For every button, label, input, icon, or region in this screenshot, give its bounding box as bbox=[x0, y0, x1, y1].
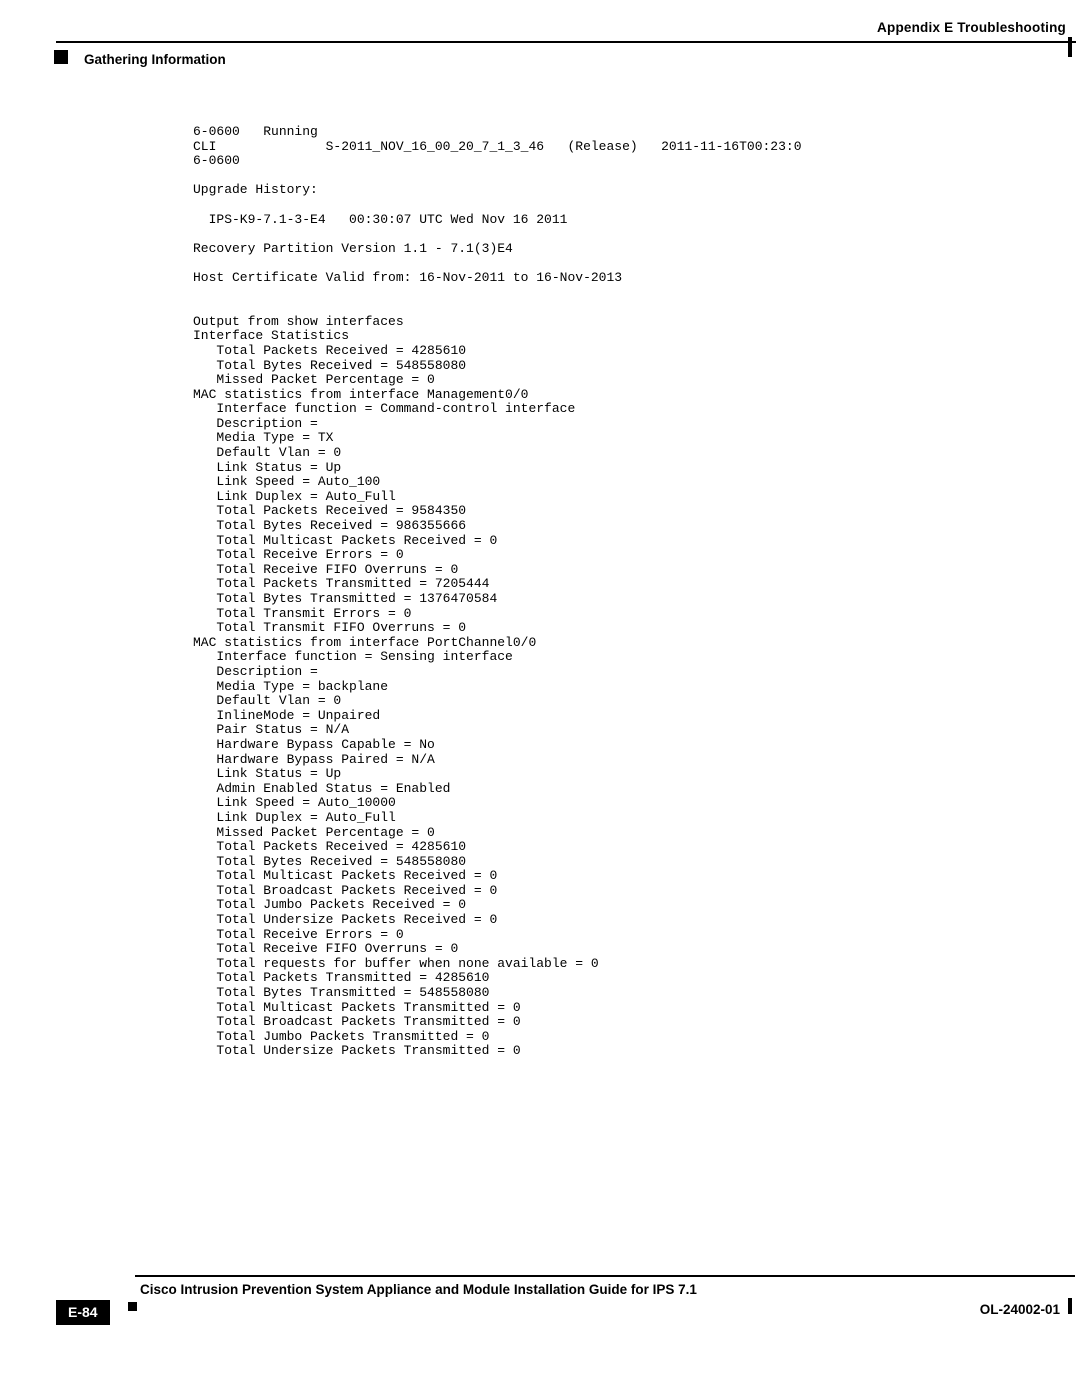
section-title: Gathering Information bbox=[84, 52, 226, 67]
page: Appendix E Troubleshooting Gathering Inf… bbox=[0, 0, 1080, 1397]
doc-title: Cisco Intrusion Prevention System Applia… bbox=[140, 1282, 697, 1297]
section-marker-icon bbox=[54, 50, 68, 64]
footer-rule bbox=[135, 1275, 1075, 1277]
doc-id: OL-24002-01 bbox=[980, 1302, 1060, 1317]
cli-output: 6-0600 Running CLI S-2011_NOV_16_00_20_7… bbox=[193, 125, 953, 1059]
appendix-label: Appendix E Troubleshooting bbox=[877, 20, 1066, 35]
header-rule bbox=[56, 41, 1076, 43]
footer-marker-icon bbox=[128, 1302, 137, 1311]
header-rule-stub bbox=[1068, 37, 1072, 57]
footer-rule-stub bbox=[1068, 1298, 1072, 1314]
page-number: E-84 bbox=[56, 1300, 110, 1325]
